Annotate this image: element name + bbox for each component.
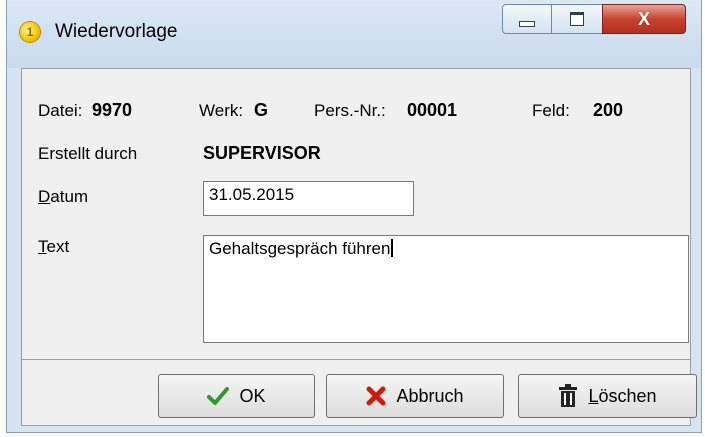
datei-label: Datei:	[38, 101, 83, 120]
app-icon: 1	[20, 22, 40, 42]
ok-label: OK	[239, 385, 266, 406]
erstellt-label: Erstellt durch	[38, 144, 138, 163]
button-bar: OK Abbruch Löschen	[21, 360, 697, 426]
text-input[interactable]: Gehaltsgespräch führen	[203, 235, 689, 343]
dialog-window: 1 Wiedervorlage X Datei: 9970 Werk: G Pe…	[6, 0, 702, 433]
datum-input[interactable]: 31.05.2015	[203, 181, 414, 216]
werk-value: G	[254, 100, 269, 120]
ok-button[interactable]: OK	[158, 374, 315, 418]
maximize-button[interactable]	[551, 4, 603, 34]
pers-nr-label: Pers.-Nr.:	[314, 101, 386, 120]
feld-value: 200	[593, 100, 624, 120]
erstellt-value: SUPERVISOR	[203, 143, 321, 163]
cancel-button[interactable]: Abbruch	[326, 374, 504, 418]
close-button[interactable]: X	[602, 4, 686, 34]
title-bar[interactable]: 1 Wiedervorlage X	[7, 0, 701, 68]
close-icon: X	[637, 8, 650, 29]
pers-nr-value: 00001	[407, 100, 458, 120]
cancel-label: Abbruch	[396, 385, 464, 406]
delete-button[interactable]: Löschen	[518, 374, 697, 418]
cross-icon	[366, 386, 386, 406]
minimize-icon	[519, 21, 535, 27]
window-title: Wiedervorlage	[55, 21, 178, 42]
text-label: Text	[38, 237, 70, 256]
werk-label: Werk:	[199, 101, 244, 120]
minimize-button[interactable]	[502, 4, 552, 34]
form-panel: Datei: 9970 Werk: G Pers.-Nr.: 00001 Fel…	[21, 68, 691, 360]
maximize-icon	[570, 12, 584, 26]
datum-label: Datum	[38, 187, 89, 206]
feld-label: Feld:	[532, 101, 570, 120]
datei-value: 9970	[92, 100, 133, 120]
text-caret	[391, 239, 394, 257]
trash-icon	[558, 384, 578, 408]
checkmark-icon	[207, 386, 230, 406]
delete-label: Löschen	[588, 385, 657, 406]
